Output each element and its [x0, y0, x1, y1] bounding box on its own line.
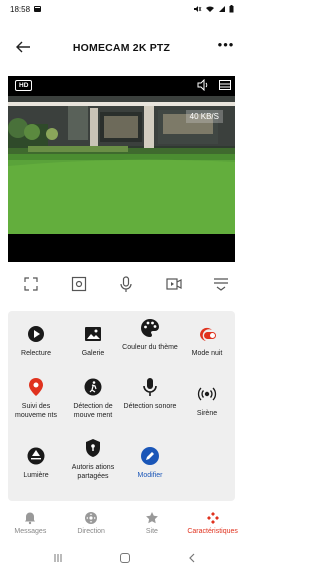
fullscreen-icon[interactable] — [21, 274, 41, 294]
bottom-tab-bar: Messages Direction Site Caractéristiques — [0, 508, 243, 544]
tab-direction[interactable]: Direction — [61, 508, 122, 544]
record-video-icon[interactable] — [164, 274, 184, 294]
feature-motion-detection[interactable]: Détection de mouve ment — [65, 376, 121, 420]
tab-label: Messages — [14, 528, 47, 535]
shield-icon — [86, 439, 100, 457]
recent-apps-icon[interactable] — [52, 552, 64, 564]
signal-icon — [219, 6, 225, 12]
app-header: HOMECAM 2K PTZ ••• — [0, 18, 243, 76]
feature-light[interactable]: Lumière — [8, 445, 64, 480]
feature-label: Mode nuit — [191, 350, 223, 357]
feature-label: Suivi des mouveme nts — [14, 403, 58, 419]
home-icon[interactable] — [119, 552, 131, 564]
feature-theme-color[interactable]: Couleur du thème — [122, 317, 178, 352]
feature-sound-detection[interactable]: Détection sonore — [122, 376, 178, 411]
mute-icon — [194, 6, 202, 12]
tab-label: Caractéristiques — [187, 528, 238, 535]
feature-label: Détection de mouve ment — [73, 403, 113, 419]
camera-video-view[interactable]: HD 40 KB/S — [8, 76, 235, 262]
siren-icon — [197, 387, 217, 401]
bell-icon — [25, 512, 36, 525]
system-nav-bar — [0, 548, 243, 568]
tab-label: Site — [145, 528, 158, 535]
back-arrow-icon[interactable] — [12, 36, 34, 58]
screenshot-icon[interactable] — [69, 274, 89, 294]
feature-label: Autoris ations partagées — [71, 464, 115, 480]
hd-quality-button[interactable]: HD — [15, 80, 33, 91]
feature-motion-tracking[interactable]: Suivi des mouveme nts — [8, 376, 64, 420]
microphone-talk-icon[interactable] — [116, 274, 136, 294]
feature-shared-permissions[interactable]: Autoris ations partagées — [65, 437, 121, 481]
motion-person-icon — [84, 378, 102, 396]
location-pin-icon — [29, 378, 43, 396]
feature-label: Galerie — [81, 350, 105, 357]
feature-label: Sirène — [196, 410, 218, 417]
tab-site[interactable]: Site — [122, 508, 183, 544]
gallery-icon — [85, 327, 101, 341]
tab-label: Direction — [77, 528, 105, 535]
feature-edit[interactable]: Modifier — [122, 445, 178, 480]
layout-icon[interactable] — [218, 79, 232, 91]
video-controls — [0, 268, 243, 302]
feature-grid: Relecture Galerie Couleur du thème Mode … — [8, 311, 235, 501]
palette-icon — [141, 319, 159, 337]
direction-pad-icon — [85, 512, 98, 524]
more-options-button[interactable]: ••• — [215, 38, 237, 56]
feature-label: Couleur du thème — [122, 344, 178, 351]
page-title: HOMECAM 2K PTZ — [72, 42, 171, 54]
feature-replay[interactable]: Relecture — [8, 323, 64, 358]
tab-features[interactable]: Caractéristiques — [182, 508, 243, 544]
feature-label: Relecture — [21, 350, 51, 357]
back-nav-icon[interactable] — [186, 552, 198, 564]
feature-gallery[interactable]: Galerie — [65, 323, 121, 358]
status-time: 18:58 — [10, 4, 31, 14]
battery-icon — [229, 5, 234, 13]
feature-label: Lumière — [23, 472, 49, 479]
menu-expand-icon[interactable] — [211, 274, 231, 294]
microphone-icon — [143, 378, 157, 396]
message-notification-icon — [34, 6, 42, 12]
edit-icon — [141, 447, 159, 465]
stream-speed: 40 KB/S — [185, 110, 223, 123]
speaker-icon[interactable] — [196, 79, 210, 91]
feature-siren[interactable]: Sirène — [179, 383, 235, 418]
features-icon — [206, 512, 219, 524]
light-icon — [27, 447, 45, 465]
wifi-icon — [206, 6, 214, 12]
star-icon — [145, 512, 158, 524]
feature-label: Détection sonore — [123, 403, 177, 410]
night-mode-icon — [199, 327, 216, 341]
tab-messages[interactable]: Messages — [0, 508, 61, 544]
play-circle-icon — [28, 326, 44, 342]
feature-label: Modifier — [137, 472, 163, 479]
status-bar: 18:58 — [0, 0, 243, 18]
feature-night-mode[interactable]: Mode nuit — [179, 323, 235, 358]
